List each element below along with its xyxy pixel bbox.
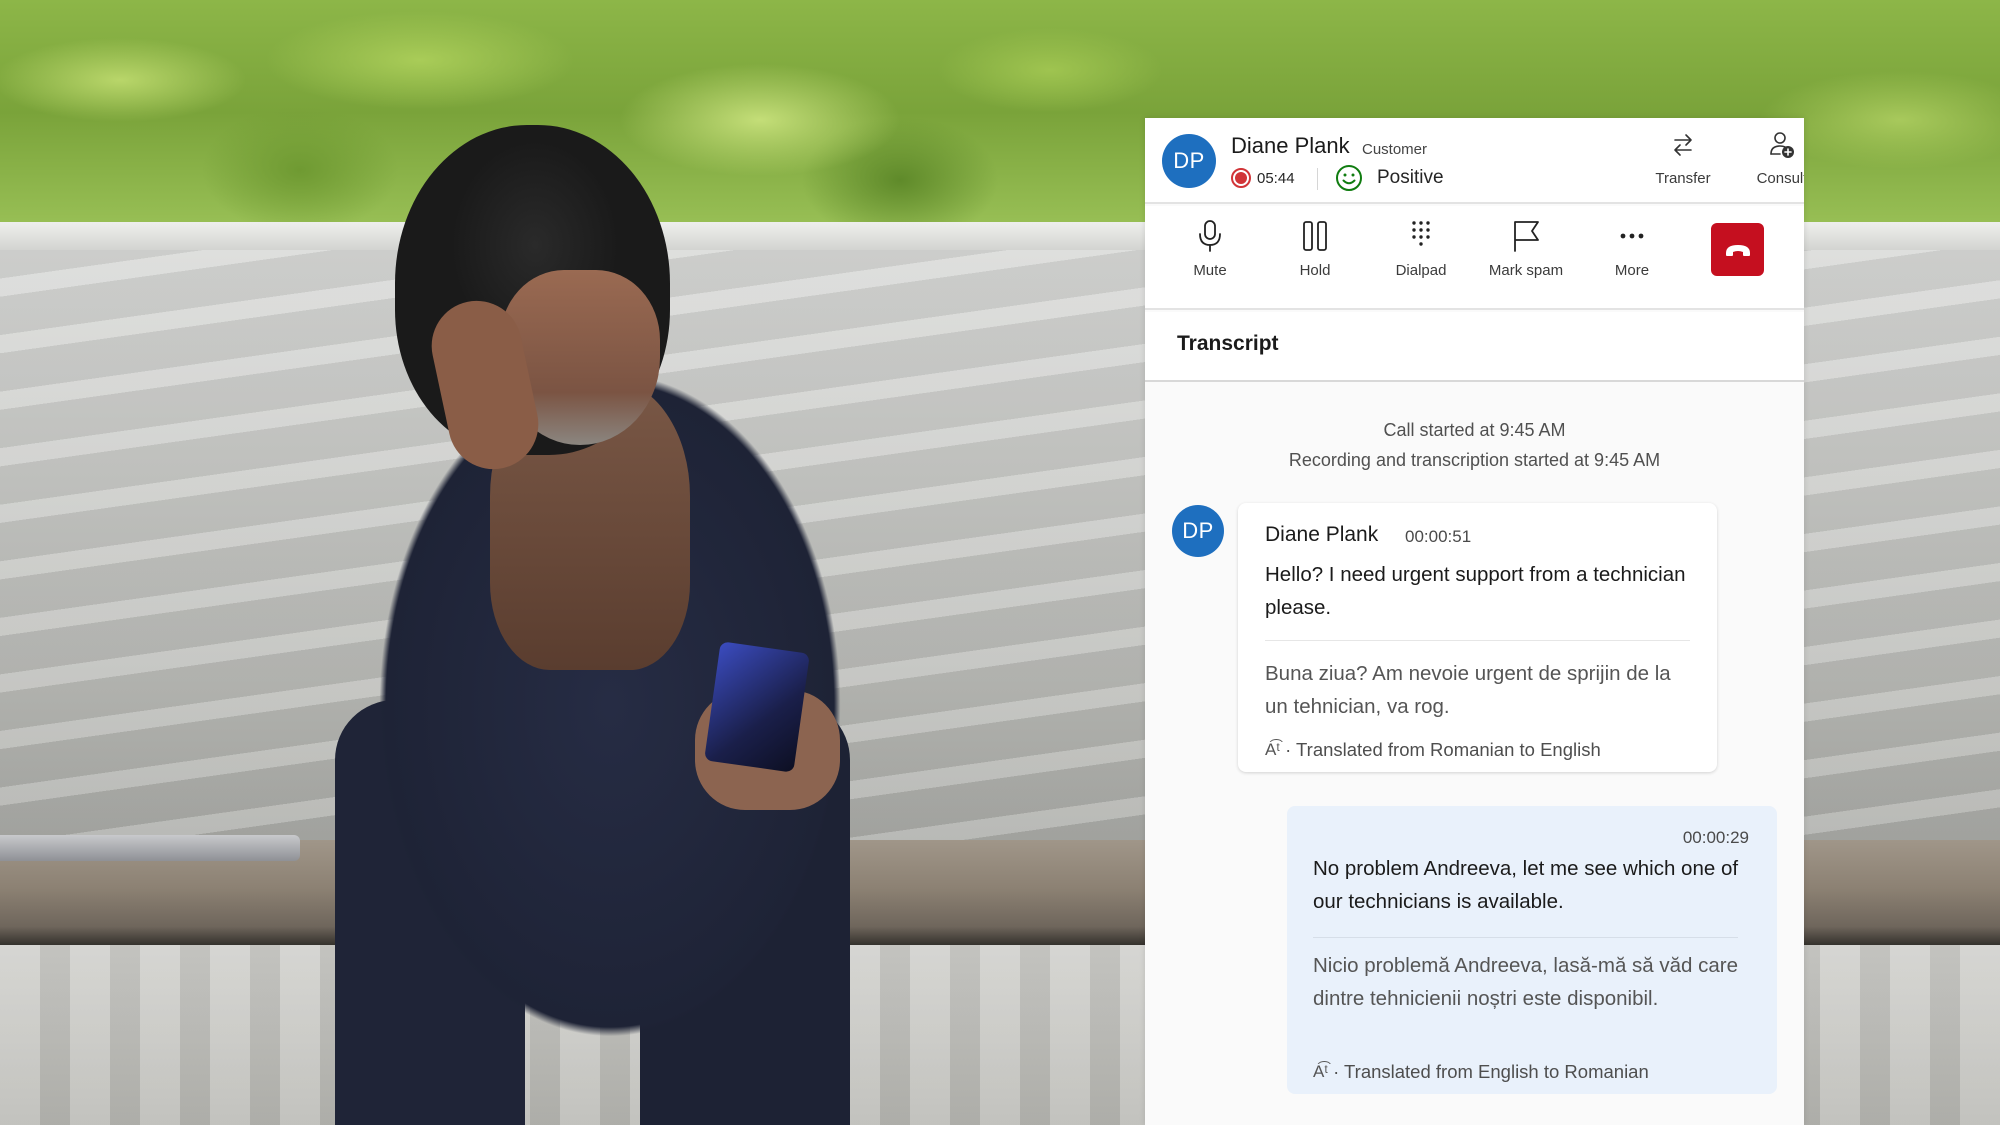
message-text: No problem Andreeva, let me see which on… xyxy=(1313,857,1739,913)
transcript-message-customer: Diane Plank 00:00:51 Hello? I need urgen… xyxy=(1238,503,1717,772)
mute-label: Mute xyxy=(1193,262,1227,279)
transcript-message-agent: 00:00:29 No problem Andreeva, let me see… xyxy=(1287,806,1777,1094)
message-timestamp: 00:00:29 xyxy=(1682,828,1749,847)
smiley-face-icon xyxy=(1336,165,1362,191)
translation-note: A͡ᵗ · Translated from English to Romania… xyxy=(1313,1061,1649,1083)
header-divider xyxy=(1317,168,1318,190)
more-label: More xyxy=(1614,262,1650,279)
mute-button[interactable]: Mute xyxy=(1162,218,1258,298)
laptop xyxy=(0,835,300,861)
pause-icon xyxy=(1303,221,1327,251)
consult-button[interactable]: Consult xyxy=(1737,128,1804,198)
translate-icon: A͡ᵗ xyxy=(1265,740,1281,759)
transfer-arrows-icon xyxy=(1674,134,1692,156)
call-controls: Mute Hold Dialpad Mark spam More xyxy=(1145,206,1804,310)
mark-spam-button[interactable]: Mark spam xyxy=(1478,218,1574,298)
more-button[interactable]: More xyxy=(1584,218,1680,298)
speaker-name: Diane Plank xyxy=(1265,523,1379,546)
message-translated-text: Buna ziua? Am nevoie urgent de sprijin d… xyxy=(1265,662,1671,718)
dialpad-icon xyxy=(1412,221,1430,246)
mark-spam-label: Mark spam xyxy=(1488,262,1564,279)
speaker-avatar: DP xyxy=(1172,505,1224,557)
transfer-label: Transfer xyxy=(1655,170,1711,187)
sentiment-label: Positive xyxy=(1377,167,1444,188)
dialpad-label: Dialpad xyxy=(1395,262,1447,279)
hold-button[interactable]: Hold xyxy=(1267,218,1363,298)
hold-label: Hold xyxy=(1299,262,1331,279)
system-message: Call started at 9:45 AM xyxy=(1383,420,1566,440)
call-header: DP Diane Plank Customer 05:44 Positive T… xyxy=(1145,118,1804,204)
message-divider xyxy=(1265,640,1690,641)
flag-icon xyxy=(1514,221,1539,252)
message-divider xyxy=(1313,937,1738,938)
call-timer: 05:44 xyxy=(1257,170,1295,187)
recording-dot-icon xyxy=(1231,168,1251,188)
end-call-button[interactable] xyxy=(1711,223,1764,276)
hang-up-phone-icon xyxy=(1725,244,1750,256)
consult-label: Consult xyxy=(1756,170,1804,187)
call-panel: DP Diane Plank Customer 05:44 Positive T… xyxy=(1145,118,1804,1125)
more-horizontal-icon xyxy=(1620,233,1644,239)
dialpad-button[interactable]: Dialpad xyxy=(1373,218,1469,298)
transcript-title: Transcript xyxy=(1177,332,1279,355)
message-timestamp: 00:00:51 xyxy=(1405,527,1472,546)
transcript-header: Transcript xyxy=(1145,312,1804,382)
smartphone xyxy=(704,641,810,773)
microphone-icon xyxy=(1199,220,1221,252)
person-add-icon xyxy=(1770,132,1794,158)
translate-icon: A͡ᵗ xyxy=(1313,1062,1329,1081)
contact-avatar: DP xyxy=(1162,134,1216,188)
translation-note: A͡ᵗ · Translated from Romanian to Englis… xyxy=(1265,739,1601,761)
message-translated-text: Nicio problemă Andreeva, lasă-mă să văd … xyxy=(1313,954,1739,1010)
system-message: Recording and transcription started at 9… xyxy=(1288,450,1661,470)
contact-role: Customer xyxy=(1362,141,1428,158)
message-text: Hello? I need urgent support from a tech… xyxy=(1265,563,1686,619)
translation-note-text: · Translated from Romanian to English xyxy=(1285,739,1601,760)
translation-note-text: · Translated from English to Romanian xyxy=(1333,1061,1649,1082)
transfer-button[interactable]: Transfer xyxy=(1638,128,1728,198)
contact-name: Diane Plank xyxy=(1231,133,1350,158)
